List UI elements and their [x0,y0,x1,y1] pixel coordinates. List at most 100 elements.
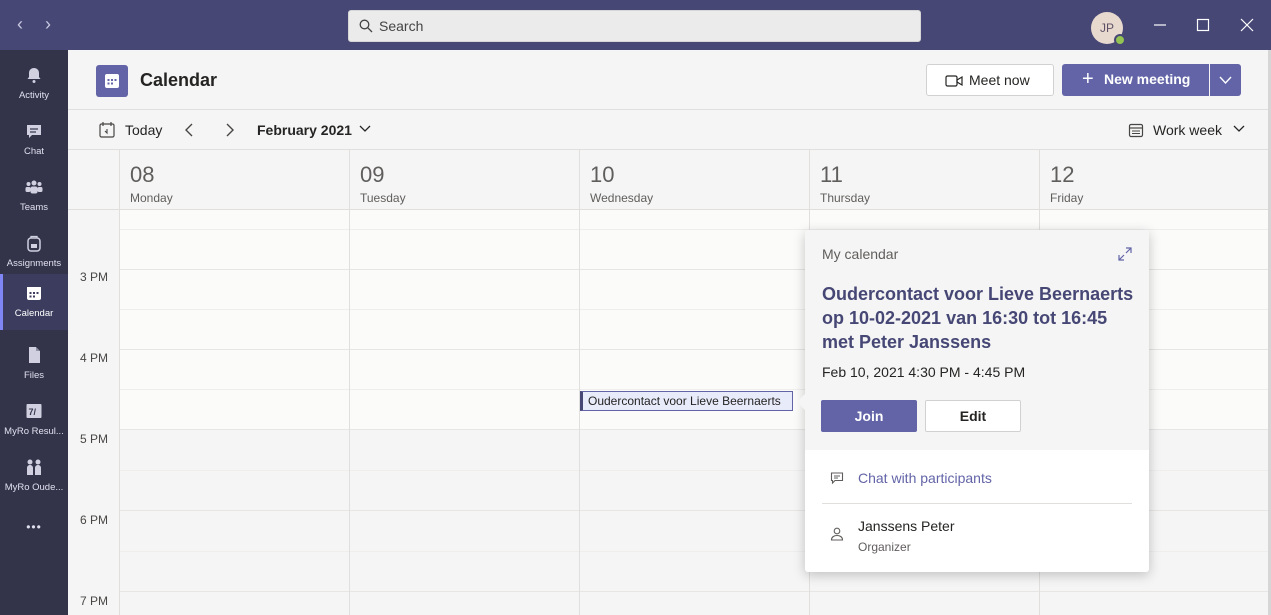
calendar-icon [27,287,41,300]
file-icon [29,347,40,363]
rail-item-myro-results[interactable]: 7/ MyRo Resul... [0,392,68,448]
day-header[interactable]: 12 Friday [1039,150,1269,210]
myro-results-icon: 7/ [26,404,42,418]
edit-button[interactable]: Edit [925,400,1021,432]
day-name: Monday [130,191,173,205]
day-header[interactable]: 10 Wednesday [579,150,809,210]
meet-now-button[interactable]: Meet now [926,64,1054,96]
avatar[interactable]: JP [1091,12,1126,46]
day-number: 08 [130,162,155,187]
page-title: Calendar [140,70,218,90]
time-label: 4 PM [80,351,109,365]
day-column[interactable] [579,210,809,615]
presence-status-icon [1114,34,1126,46]
chevron-down-icon [1219,76,1232,85]
more-icon: ••• [26,520,42,534]
svg-text:7/: 7/ [29,407,37,417]
search-box[interactable] [348,10,921,42]
person-icon [830,527,844,541]
rail-label-teams: Teams [20,202,48,213]
next-week-icon[interactable] [221,120,239,140]
view-selector[interactable]: Work week [1128,120,1248,142]
calendar-toolbar: Today February 2021 Work week [68,110,1271,150]
rail-item-myro-parents[interactable]: MyRo Oude... [0,448,68,504]
rail-item-activity[interactable]: Activity [0,56,68,112]
maximize-icon[interactable] [1192,14,1214,36]
day-header[interactable]: 08 Monday [119,150,349,210]
expand-icon[interactable] [1117,246,1133,262]
bell-icon [27,68,41,83]
chat-with-participants-label: Chat with participants [858,470,992,486]
calendar-today-icon [99,122,115,138]
chevron-down-icon[interactable] [358,124,372,134]
rail-item-teams[interactable]: Teams [0,168,68,224]
day-name: Friday [1050,191,1084,205]
rail-item-calendar[interactable]: Calendar [0,274,68,330]
calendar-name: My calendar [822,246,899,262]
new-meeting-label: New meeting [1104,71,1191,87]
forward-arrow-icon[interactable]: › [38,14,58,35]
calendar-header: Calendar Meet now + New meeting [68,50,1271,110]
month-selector[interactable]: February 2021 [257,122,352,138]
day-name: Tuesday [360,191,406,205]
day-column[interactable] [349,210,579,615]
rail-label-activity: Activity [18,90,50,101]
calendar-app-icon [96,65,128,97]
video-camera-icon [945,75,963,87]
close-icon[interactable] [1236,14,1258,36]
rail-label-myro-results: MyRo Resul... [4,426,64,437]
rail-label-assignments: Assignments [6,258,62,269]
organizer-role: Organizer [858,540,911,554]
join-button[interactable]: Join [821,400,917,432]
rail-item-chat[interactable]: Chat [0,112,68,168]
chat-icon [27,125,41,138]
chat-with-participants-link[interactable]: Chat with participants [822,468,1132,488]
event-title: Oudercontact voor Lieve Beernaerts op 10… [822,284,1134,352]
day-header[interactable]: 09 Tuesday [349,150,579,210]
day-number: 09 [360,162,385,187]
new-meeting-button[interactable]: + New meeting [1062,64,1209,96]
avatar-initials: JP [1099,21,1114,35]
day-number: 11 [820,162,843,187]
calendar-event[interactable]: Oudercontact voor Lieve Beernaerts [580,391,793,411]
search-icon [359,19,373,33]
rail-label-chat: Chat [23,146,45,157]
popup-caret [797,394,805,410]
teams-icon [25,180,43,194]
new-meeting-dropdown-button[interactable] [1210,64,1241,96]
calendar-view-icon [1128,123,1144,138]
myro-parents-icon [27,459,41,475]
app-rail: Activity Chat Teams Assignments Calendar… [0,50,68,615]
search-input[interactable] [379,11,909,41]
minimize-icon[interactable] [1149,14,1171,36]
rail-label-calendar: Calendar [14,308,54,319]
today-button[interactable]: Today [98,120,168,140]
day-header[interactable]: 11 Thursday [809,150,1039,210]
plus-icon: + [1082,68,1094,90]
event-details-popup: My calendar Oudercontact voor Lieve Beer… [797,230,1149,572]
day-name: Wednesday [590,191,654,205]
day-header-row: 08 Monday 09 Tuesday 10 Wednesday 11 Thu… [68,150,1271,210]
organizer-row[interactable]: Janssens Peter Organizer [822,516,1132,560]
chevron-down-icon [1233,125,1245,132]
day-column[interactable] [119,210,349,615]
chat-icon [830,472,844,485]
meet-now-label: Meet now [969,72,1030,88]
time-label: 5 PM [80,432,109,446]
time-label: 3 PM [80,270,109,284]
day-name: Thursday [820,191,871,205]
view-label: Work week [1153,122,1222,138]
event-time: Feb 10, 2021 4:30 PM - 4:45 PM [822,364,1026,380]
time-label: 6 PM [80,513,109,527]
previous-week-icon[interactable] [180,120,198,140]
today-label: Today [125,122,163,138]
back-arrow-icon[interactable]: ‹ [10,14,30,35]
rail-item-files[interactable]: Files [0,336,68,392]
rail-label-files: Files [23,370,45,381]
rail-item-assignments[interactable]: Assignments [0,224,68,280]
day-number: 10 [590,162,615,187]
rail-label-myro-parents: MyRo Oude... [4,482,64,493]
rail-item-more[interactable]: ••• [0,504,68,560]
backpack-icon [27,235,41,252]
organizer-name: Janssens Peter [858,518,955,534]
